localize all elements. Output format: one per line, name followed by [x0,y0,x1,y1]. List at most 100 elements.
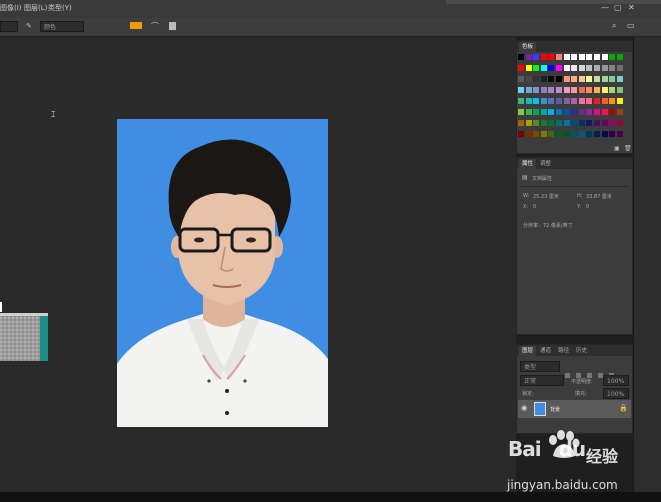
swatch[interactable] [533,98,540,104]
swatch[interactable] [518,54,524,60]
swatch[interactable] [548,131,555,137]
swatch[interactable] [601,98,608,104]
swatch[interactable] [586,87,593,93]
swatch[interactable] [601,87,608,93]
x-value[interactable]: 0 [533,204,536,210]
swatch[interactable] [616,76,623,82]
blend-mode-dropdown[interactable]: 正常 [520,375,564,386]
swatch[interactable] [578,109,585,115]
swatch[interactable] [548,109,555,115]
tab-channels[interactable]: 通道 [537,346,554,356]
swatch[interactable] [525,131,532,137]
swatch[interactable] [571,131,578,137]
swatch[interactable] [616,131,623,137]
swatch[interactable] [548,54,555,60]
tab-properties[interactable]: 属性 [519,159,537,169]
menu-image[interactable]: 图像(I) [0,3,22,13]
swatch[interactable] [533,87,540,93]
swatch[interactable] [525,54,532,60]
opacity-field[interactable]: 100% [603,375,629,386]
swatch[interactable] [563,54,570,60]
swatch[interactable] [601,54,608,60]
swatch[interactable] [601,120,608,126]
swatch[interactable] [556,54,562,60]
swatch[interactable] [594,120,600,126]
swatch[interactable] [594,76,600,82]
swatch[interactable] [586,120,593,126]
style-dropdown[interactable]: 颜色 [40,21,84,32]
swatch[interactable] [594,131,600,137]
swatch[interactable] [578,98,585,104]
swatch[interactable] [525,98,532,104]
swatch[interactable] [594,109,600,115]
swatch[interactable] [556,120,562,126]
layer-name[interactable]: 背景 [550,406,560,413]
swatch[interactable] [540,120,547,126]
tab-layers[interactable]: 图层 [519,346,537,356]
swatch[interactable] [518,65,524,71]
swatch[interactable] [540,109,547,115]
menu-layer[interactable]: 图层(L) [24,3,47,13]
swatch[interactable] [586,76,593,82]
swatch[interactable] [563,98,570,104]
height-value[interactable]: 33.87 厘米 [586,193,612,200]
swatch[interactable] [533,120,540,126]
panels-toggle-icon[interactable] [169,22,176,30]
swatch[interactable] [586,109,593,115]
mode-dropdown[interactable] [0,21,18,32]
tab-paths[interactable]: 路径 [555,346,572,356]
swatch[interactable] [548,87,555,93]
swatch[interactable] [525,120,532,126]
swatch[interactable] [571,98,578,104]
swatch[interactable] [616,109,623,115]
layer-kind-filter[interactable]: 类型 [520,361,560,372]
filter-icons[interactable] [565,363,629,378]
swatch[interactable] [609,131,616,137]
swatch[interactable] [518,98,524,104]
swatch[interactable] [518,76,524,82]
swatch[interactable] [594,87,600,93]
swatch-grid[interactable] [518,54,633,142]
eye-icon[interactable]: ◉ [521,404,527,412]
fill-field[interactable]: 100% [603,388,629,399]
swatch[interactable] [609,98,616,104]
swatch[interactable] [518,109,524,115]
swatch[interactable] [556,131,562,137]
layer-row[interactable]: ◉ 背景 🔒 [518,400,631,418]
swatch[interactable] [540,65,547,71]
swatch[interactable] [571,54,578,60]
swatch[interactable] [518,87,524,93]
swatch[interactable] [525,109,532,115]
maximize-button[interactable]: ▢ [614,3,622,12]
swatch[interactable] [578,76,585,82]
swatch[interactable] [578,120,585,126]
swatch[interactable] [525,87,532,93]
swatch[interactable] [556,76,562,82]
tab-swatches[interactable]: 色板 [519,42,537,52]
swatch[interactable] [548,120,555,126]
swatch[interactable] [548,65,555,71]
y-value[interactable]: 0 [586,204,589,210]
new-swatch-icon[interactable]: ▣ [614,145,620,152]
swatch[interactable] [578,131,585,137]
swatch[interactable] [571,120,578,126]
swatch[interactable] [548,98,555,104]
swatch[interactable] [601,65,608,71]
swatch[interactable] [540,87,547,93]
swatch[interactable] [609,65,616,71]
swatch[interactable] [586,65,593,71]
swatch[interactable] [556,87,562,93]
swatch[interactable] [548,76,555,82]
swatch[interactable] [601,131,608,137]
swatch[interactable] [586,54,593,60]
swatch[interactable] [563,131,570,137]
swatch[interactable] [556,98,562,104]
swatch[interactable] [518,131,524,137]
swatch[interactable] [616,65,623,71]
swatch[interactable] [586,131,593,137]
swatch[interactable] [594,65,600,71]
swatch[interactable] [594,98,600,104]
swatch[interactable] [533,54,540,60]
swatch[interactable] [616,98,623,104]
swatch[interactable] [533,131,540,137]
